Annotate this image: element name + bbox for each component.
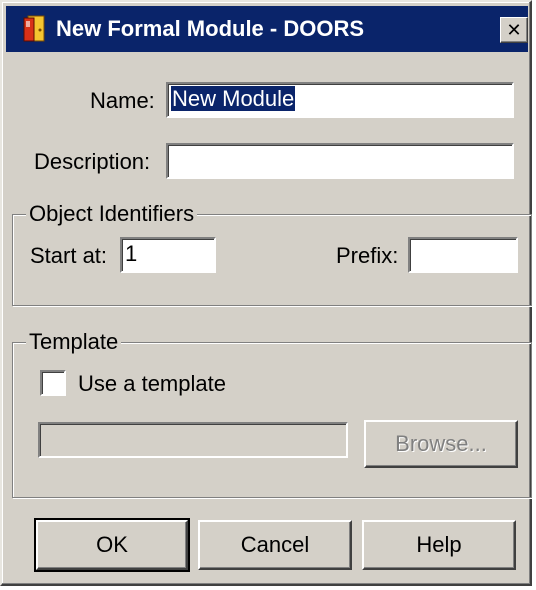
prefix-label: Prefix: [336, 243, 399, 268]
template-title: Template [26, 329, 122, 355]
help-button[interactable]: Help [362, 520, 516, 570]
use-template-checkbox[interactable] [40, 370, 66, 396]
new-formal-module-dialog: New Formal Module - DOORS ✕ Name: New Mo… [0, 0, 532, 586]
name-value: New Module [171, 86, 296, 111]
name-label: Name: [90, 88, 155, 113]
close-icon[interactable]: ✕ [500, 17, 528, 43]
template-path-field [38, 422, 348, 458]
description-label: Description: [34, 149, 151, 174]
name-field[interactable]: New Module [166, 82, 514, 118]
doors-app-icon [22, 15, 46, 43]
start-at-field[interactable]: 1 [120, 237, 216, 273]
cancel-button[interactable]: Cancel [198, 520, 352, 570]
ok-button[interactable]: OK [34, 518, 190, 572]
use-template-label[interactable]: Use a template [78, 371, 226, 397]
description-field[interactable] [166, 143, 514, 179]
object-identifiers-title: Object Identifiers [26, 201, 198, 227]
prefix-field[interactable] [408, 237, 518, 273]
window-title: New Formal Module - DOORS [56, 16, 365, 41]
browse-button: Browse... [364, 420, 518, 468]
start-at-label: Start at: [30, 243, 108, 268]
title-bar[interactable]: New Formal Module - DOORS ✕ [6, 6, 528, 52]
